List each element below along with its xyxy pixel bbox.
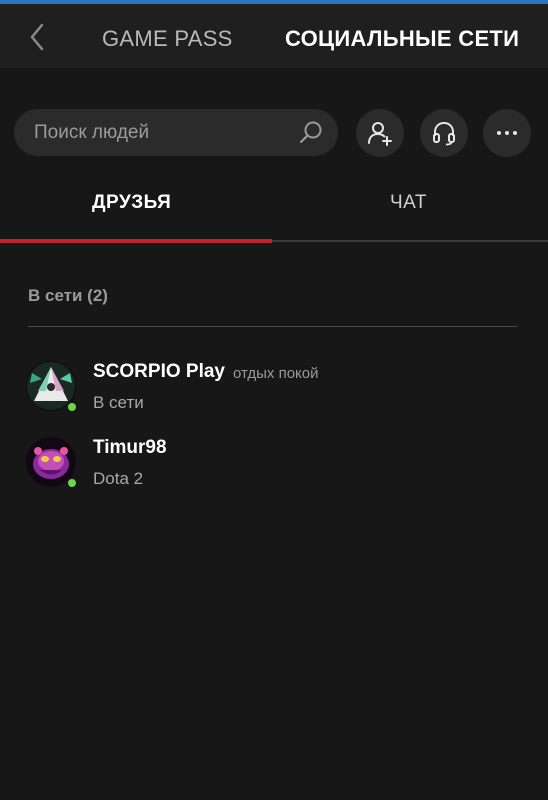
headset-icon — [433, 121, 455, 146]
online-indicator — [66, 401, 78, 413]
online-indicator — [66, 477, 78, 489]
tab-social[interactable]: СОЦИАЛЬНЫЕ СЕТИ — [285, 26, 519, 52]
more-dots-icon — [497, 131, 517, 135]
chevron-left-icon — [30, 23, 44, 51]
add-friend-button[interactable] — [356, 109, 404, 157]
friend-name: Timur98 — [93, 437, 167, 458]
add-person-icon — [368, 122, 392, 146]
search-icon[interactable] — [298, 120, 324, 146]
tab-friends[interactable]: ДРУЗЬЯ — [92, 192, 171, 214]
active-tab-indicator — [0, 239, 272, 243]
tab-chat[interactable]: ЧАТ — [390, 192, 427, 214]
friend-status: В сети — [93, 393, 144, 412]
header-bar: GAME PASS СОЦИАЛЬНЫЕ СЕТИ — [0, 4, 548, 68]
friend-name: SCORPIO Play — [93, 361, 225, 382]
party-button[interactable] — [420, 109, 468, 157]
back-button[interactable] — [22, 22, 52, 52]
online-section-title[interactable]: В сети (2) — [28, 286, 108, 306]
friend-real-name: отдых покой — [233, 365, 319, 382]
friend-list-item[interactable]: Timur98 Dota 2 — [26, 437, 526, 501]
friend-list-item[interactable]: SCORPIO Play отдых покой В сети — [26, 361, 526, 425]
section-divider — [28, 326, 517, 327]
friend-status: Dota 2 — [93, 469, 144, 488]
search-input[interactable] — [14, 109, 338, 156]
more-button[interactable] — [483, 109, 531, 157]
tab-game-pass[interactable]: GAME PASS — [102, 26, 233, 52]
